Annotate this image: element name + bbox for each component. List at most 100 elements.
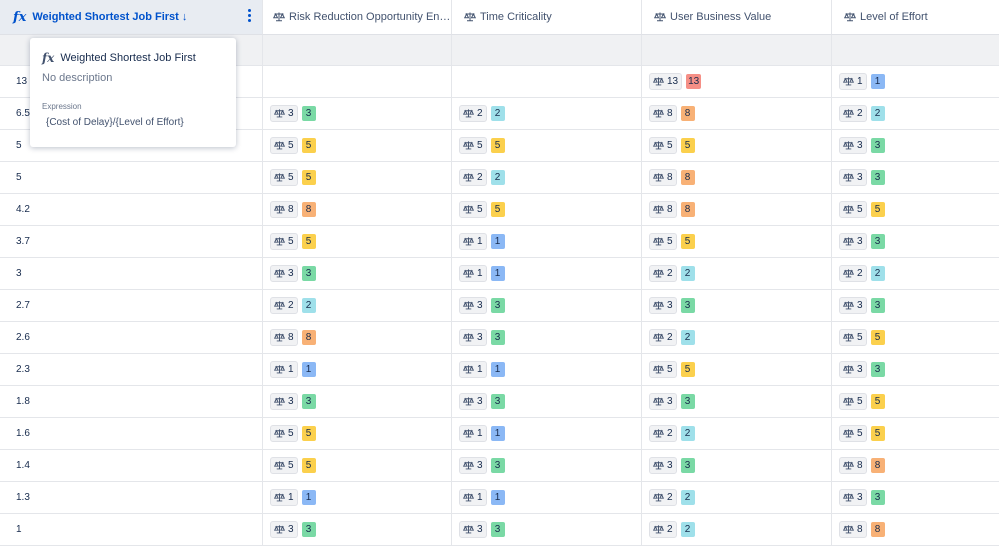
estimate-chip[interactable]: 8 [839, 521, 867, 538]
estimate-cell[interactable]: 55 [832, 386, 999, 417]
estimate-cell[interactable] [263, 66, 452, 97]
estimate-cell[interactable]: 55 [832, 194, 999, 225]
estimate-cell[interactable]: 55 [642, 130, 832, 161]
estimate-cell[interactable]: 22 [642, 482, 832, 513]
estimate-chip[interactable]: 2 [649, 521, 677, 538]
estimate-chip[interactable]: 5 [649, 137, 677, 154]
estimate-chip[interactable]: 8 [649, 201, 677, 218]
estimate-chip[interactable]: 3 [649, 297, 677, 314]
estimate-chip[interactable]: 3 [649, 393, 677, 410]
estimate-chip[interactable]: 2 [649, 489, 677, 506]
estimate-chip[interactable]: 1 [459, 425, 487, 442]
estimate-cell[interactable]: 55 [642, 354, 832, 385]
estimate-chip[interactable]: 3 [839, 489, 867, 506]
estimate-chip[interactable]: 1 [270, 361, 298, 378]
table-row[interactable]: 333112222 [0, 258, 999, 290]
estimate-cell[interactable]: 33 [452, 514, 642, 545]
estimate-cell[interactable]: 22 [452, 98, 642, 129]
estimate-cell[interactable]: 22 [642, 418, 832, 449]
estimate-cell[interactable]: 33 [452, 322, 642, 353]
estimate-cell[interactable] [452, 66, 642, 97]
estimate-cell[interactable]: 33 [452, 290, 642, 321]
estimate-cell[interactable]: 33 [263, 98, 452, 129]
estimate-cell[interactable]: 22 [263, 290, 452, 321]
estimate-chip[interactable]: 8 [649, 169, 677, 186]
estimate-chip[interactable]: 1 [459, 361, 487, 378]
estimate-chip[interactable]: 3 [839, 361, 867, 378]
estimate-chip[interactable]: 3 [270, 521, 298, 538]
table-row[interactable]: 4.2 8 8 5 5 8 8 5 5 [0, 194, 999, 226]
table-row[interactable]: 2.6 8 8 3 3 2 2 5 5 [0, 322, 999, 354]
estimate-cell[interactable]: 11 [452, 418, 642, 449]
estimate-cell[interactable]: 88 [263, 322, 452, 353]
estimate-chip[interactable]: 3 [839, 169, 867, 186]
table-row[interactable]: 133332288 [0, 514, 999, 546]
estimate-chip[interactable]: 3 [270, 105, 298, 122]
estimate-chip[interactable]: 5 [459, 201, 487, 218]
estimate-cell[interactable]: 55 [832, 322, 999, 353]
estimate-cell[interactable]: 33 [642, 386, 832, 417]
estimate-chip[interactable]: 3 [459, 457, 487, 474]
estimate-cell[interactable]: 11 [832, 66, 999, 97]
estimate-chip[interactable]: 2 [649, 425, 677, 442]
estimate-chip[interactable]: 5 [839, 329, 867, 346]
estimate-chip[interactable]: 5 [459, 137, 487, 154]
estimate-cell[interactable]: 22 [642, 322, 832, 353]
estimate-cell[interactable]: 11 [452, 354, 642, 385]
estimate-cell[interactable]: 55 [832, 418, 999, 449]
table-row[interactable]: 3.7 5 5 1 1 5 5 3 3 [0, 226, 999, 258]
estimate-cell[interactable]: 33 [832, 226, 999, 257]
estimate-cell[interactable]: 88 [832, 450, 999, 481]
column-header-risk-reduction[interactable]: Risk Reduction Opportunity Enabl... [263, 0, 452, 35]
estimate-cell[interactable]: 11 [452, 482, 642, 513]
estimate-cell[interactable]: 33 [642, 290, 832, 321]
estimate-chip[interactable]: 1 [839, 73, 867, 90]
estimate-chip[interactable]: 5 [270, 137, 298, 154]
estimate-chip[interactable]: 2 [649, 329, 677, 346]
estimate-chip[interactable]: 2 [839, 105, 867, 122]
estimate-cell[interactable]: 88 [642, 98, 832, 129]
table-row[interactable]: 1.6 5 5 1 1 2 2 5 5 [0, 418, 999, 450]
estimate-chip[interactable]: 3 [649, 457, 677, 474]
estimate-cell[interactable]: 55 [642, 226, 832, 257]
estimate-cell[interactable]: 22 [452, 162, 642, 193]
estimate-cell[interactable]: 22 [642, 514, 832, 545]
estimate-chip[interactable]: 5 [839, 201, 867, 218]
estimate-cell[interactable]: 88 [642, 162, 832, 193]
estimate-cell[interactable]: 33 [263, 514, 452, 545]
estimate-chip[interactable]: 8 [270, 201, 298, 218]
estimate-chip[interactable]: 3 [839, 137, 867, 154]
estimate-chip[interactable]: 5 [270, 457, 298, 474]
estimate-chip[interactable]: 5 [270, 425, 298, 442]
estimate-chip[interactable]: 1 [459, 233, 487, 250]
estimate-cell[interactable]: 11 [452, 226, 642, 257]
column-header-time-criticality[interactable]: Time Criticality [452, 0, 642, 35]
estimate-cell[interactable]: 55 [452, 130, 642, 161]
estimate-chip[interactable]: 5 [649, 361, 677, 378]
estimate-cell[interactable]: 22 [642, 258, 832, 289]
table-row[interactable]: 555228833 [0, 162, 999, 194]
sort-down-icon[interactable]: ↓ [182, 11, 188, 23]
estimate-cell[interactable]: 33 [452, 450, 642, 481]
estimate-cell[interactable]: 88 [832, 514, 999, 545]
column-header-user-business-value[interactable]: User Business Value [642, 0, 832, 35]
estimate-chip[interactable]: 8 [839, 457, 867, 474]
estimate-cell[interactable]: 33 [832, 162, 999, 193]
estimate-cell[interactable]: 55 [452, 194, 642, 225]
estimate-chip[interactable]: 3 [839, 297, 867, 314]
estimate-cell[interactable]: 55 [263, 162, 452, 193]
estimate-chip[interactable]: 5 [649, 233, 677, 250]
table-row[interactable]: 1.3 1 1 1 1 2 2 3 3 [0, 482, 999, 514]
estimate-chip[interactable]: 5 [270, 233, 298, 250]
estimate-cell[interactable]: 55 [263, 418, 452, 449]
estimate-cell[interactable]: 11 [263, 482, 452, 513]
estimate-cell[interactable]: 33 [642, 450, 832, 481]
estimate-chip[interactable]: 2 [459, 169, 487, 186]
table-row[interactable]: 1.8 3 3 3 3 3 3 5 5 [0, 386, 999, 418]
estimate-chip[interactable]: 8 [649, 105, 677, 122]
estimate-cell[interactable]: 33 [832, 482, 999, 513]
estimate-cell[interactable]: 33 [832, 290, 999, 321]
estimate-cell[interactable]: 33 [263, 386, 452, 417]
estimate-chip[interactable]: 8 [270, 329, 298, 346]
estimate-chip[interactable]: 2 [270, 297, 298, 314]
